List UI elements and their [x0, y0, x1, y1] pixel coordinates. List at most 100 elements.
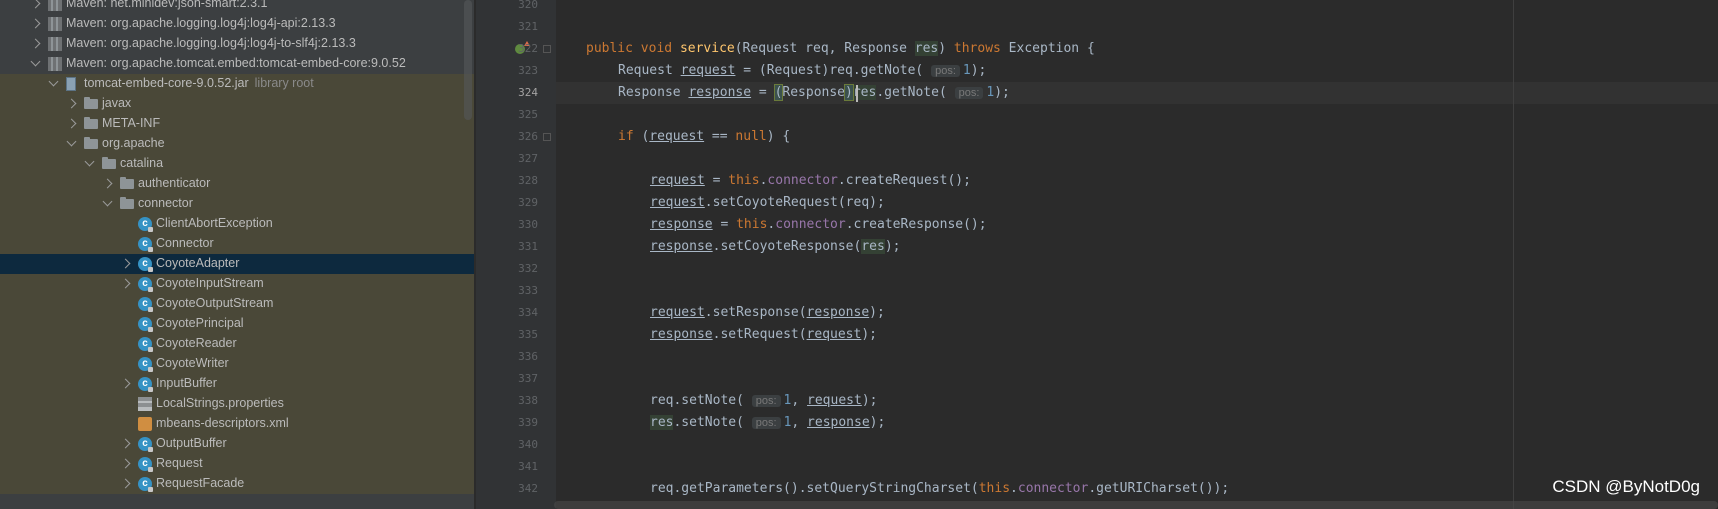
- code-line-338[interactable]: req.setNote( pos: 1, request);: [650, 390, 877, 412]
- method-name: service: [679, 41, 735, 56]
- tree-row[interactable]: c Request: [0, 454, 474, 474]
- line-number: 335: [518, 328, 538, 341]
- tree-row[interactable]: c ClientAbortException: [0, 214, 474, 234]
- chevron-right-icon[interactable]: [66, 118, 77, 129]
- tree-row[interactable]: Maven: org.apache.logging.log4j:log4j-ap…: [0, 14, 474, 34]
- chevron-right-icon[interactable]: [120, 258, 131, 269]
- chevron-right-icon[interactable]: [102, 178, 113, 189]
- chevron-down-icon[interactable]: [48, 76, 59, 87]
- tree-row[interactable]: c CoyotePrincipal: [0, 314, 474, 334]
- variable-request: request: [650, 173, 705, 188]
- tree-row[interactable]: c CoyoteOutputStream: [0, 294, 474, 314]
- tree-row[interactable]: catalina: [0, 154, 474, 174]
- tree-row-label: authenticator: [138, 176, 211, 190]
- tree-row-label: CoyotePrincipal: [156, 316, 244, 330]
- tree-row[interactable]: c InputBuffer: [0, 374, 474, 394]
- code-line-328[interactable]: request = this.connector.createRequest()…: [650, 170, 971, 192]
- chevron-right-icon[interactable]: [30, 0, 41, 9]
- code-line-335[interactable]: response.setRequest(request);: [650, 324, 877, 346]
- chevron-right-icon[interactable]: [120, 438, 131, 449]
- keyword: this: [728, 173, 760, 188]
- variable-res: res: [861, 239, 885, 254]
- tree-row[interactable]: connector: [0, 194, 474, 214]
- variable-response: response: [688, 85, 752, 100]
- tree-row[interactable]: mbeans-descriptors.xml: [0, 414, 474, 434]
- tree-row[interactable]: c OutputBuffer: [0, 434, 474, 454]
- tree-row[interactable]: c CoyoteWriter: [0, 354, 474, 374]
- tree-row[interactable]: Maven: org.apache.tomcat.embed:tomcat-em…: [0, 54, 474, 74]
- code-line-326[interactable]: if (request == null) {: [618, 126, 790, 148]
- chevron-right-icon[interactable]: [120, 478, 131, 489]
- code-text: Response: [618, 85, 689, 100]
- code-text: .setResponse(: [704, 305, 807, 320]
- chevron-down-icon[interactable]: [66, 136, 77, 147]
- tree-row[interactable]: LocalStrings.properties: [0, 394, 474, 414]
- tree-row[interactable]: META-INF: [0, 114, 474, 134]
- code-text: ,: [791, 393, 808, 408]
- code-text: ,: [791, 415, 808, 430]
- folder-icon: [84, 97, 98, 109]
- chevron-down-icon[interactable]: [30, 56, 41, 67]
- tree-row-label: Maven: org.apache.tomcat.embed:tomcat-em…: [66, 56, 406, 70]
- tree-row[interactable]: Maven: net.minidev:json-smart:2.3.1: [0, 0, 474, 14]
- tree-row-sublabel: library root: [254, 76, 314, 90]
- code-line-331[interactable]: response.setCoyoteResponse(res);: [650, 236, 900, 258]
- tree-row[interactable]: org.apache: [0, 134, 474, 154]
- variable-res: res: [914, 41, 939, 56]
- tree-row[interactable]: javax: [0, 94, 474, 114]
- keyword: void: [640, 41, 673, 56]
- tree-row-label: connector: [138, 196, 193, 210]
- keyword: if: [618, 129, 634, 144]
- code-line-330[interactable]: response = this.connector.createResponse…: [650, 214, 987, 236]
- chevron-down-icon[interactable]: [102, 196, 113, 207]
- chevron-right-icon[interactable]: [120, 458, 131, 469]
- tree-row[interactable]: c CoyoteReader: [0, 334, 474, 354]
- line-number: 338: [518, 394, 538, 407]
- keyword: this: [978, 481, 1011, 496]
- code-line-323[interactable]: Request request = (Request)req.getNote( …: [618, 60, 986, 82]
- code-line-324[interactable]: Response response = (Response)res.getNot…: [618, 82, 1010, 104]
- tree-row[interactable]: c Connector: [0, 234, 474, 254]
- chevron-right-icon[interactable]: [120, 378, 131, 389]
- tree-row-label: tomcat-embed-core-9.0.52.jar library root: [84, 76, 314, 90]
- variable-request: request: [650, 195, 705, 210]
- tree-row-label: LocalStrings.properties: [156, 396, 284, 410]
- tree-row-label: org.apache: [102, 136, 165, 150]
- variable-request: request: [650, 305, 705, 320]
- folder-icon: [84, 137, 98, 149]
- code-line-322[interactable]: public void service(Request req, Respons…: [586, 38, 1095, 60]
- chevron-right-icon[interactable]: [30, 18, 41, 29]
- parameter-hint: pos:: [931, 65, 960, 77]
- fold-marker-icon[interactable]: [543, 45, 551, 53]
- code-line-342[interactable]: req.getParameters().setQueryStringCharse…: [650, 478, 1229, 500]
- fold-marker-icon[interactable]: [543, 133, 551, 141]
- tree-row-label: ClientAbortException: [156, 216, 273, 230]
- tree-row[interactable]: c CoyoteAdapter: [0, 254, 474, 274]
- chevron-right-icon[interactable]: [66, 98, 77, 109]
- parameter-hint: pos:: [751, 395, 781, 407]
- tree-row[interactable]: c CoyoteInputStream: [0, 274, 474, 294]
- variable-res: res: [650, 415, 674, 430]
- tree-row[interactable]: c RequestFacade: [0, 474, 474, 494]
- class-icon: c: [138, 317, 153, 332]
- code-line-334[interactable]: request.setResponse(response);: [650, 302, 885, 324]
- line-number: 331: [518, 240, 538, 253]
- library-icon: [48, 0, 62, 11]
- variable-request: request: [807, 393, 862, 408]
- project-tree-scrollbar[interactable]: [464, 0, 472, 120]
- editor-horizontal-scrollbar[interactable]: [554, 501, 1718, 509]
- code-text: .setCoyoteRequest(req);: [704, 195, 885, 210]
- line-number: 330: [518, 218, 538, 231]
- tree-row[interactable]: tomcat-embed-core-9.0.52.jar library root: [0, 74, 474, 94]
- variable-response: response: [650, 217, 713, 232]
- code-line-329[interactable]: request.setCoyoteRequest(req);: [650, 192, 885, 214]
- chevron-down-icon[interactable]: [84, 156, 95, 167]
- tree-row-label: Request: [156, 456, 203, 470]
- tree-row-label: CoyoteInputStream: [156, 276, 264, 290]
- code-line-339[interactable]: res.setNote( pos: 1, response);: [650, 412, 885, 434]
- chevron-right-icon[interactable]: [120, 278, 131, 289]
- tree-row[interactable]: Maven: org.apache.logging.log4j:log4j-to…: [0, 34, 474, 54]
- code-text: (: [633, 129, 650, 144]
- tree-row[interactable]: authenticator: [0, 174, 474, 194]
- chevron-right-icon[interactable]: [30, 38, 41, 49]
